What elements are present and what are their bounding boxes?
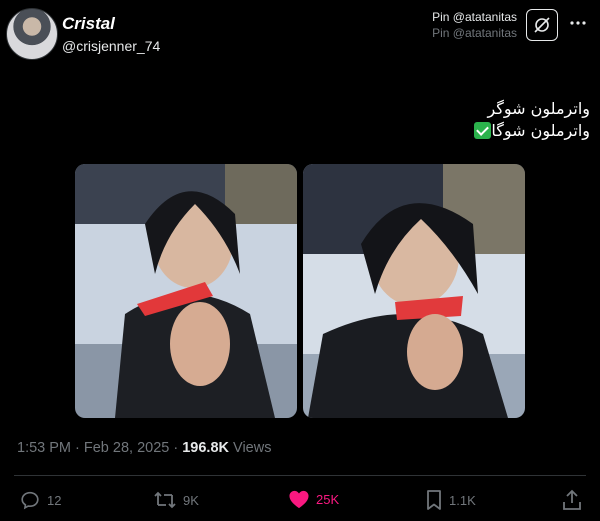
share-icon	[563, 489, 581, 510]
pin-button[interactable]	[526, 9, 558, 41]
like-button[interactable]: 25K	[288, 489, 339, 509]
bookmark-button[interactable]: 1.1K	[425, 489, 476, 511]
retweet-count: 9K	[183, 492, 199, 508]
avatar[interactable]	[6, 8, 58, 60]
pin-icon	[534, 17, 550, 33]
views-label: Views	[229, 440, 272, 456]
share-button[interactable]	[562, 489, 582, 511]
photo-right-image	[303, 164, 525, 418]
tweet-text-line-1: واترملون شوگر	[487, 99, 590, 118]
pin-label: Pin @atatanitas	[432, 10, 517, 24]
author-display-name[interactable]: Cristal	[62, 14, 115, 34]
tweet-meta: 1:53 PM · Feb 28, 2025 · 196.8K Views	[17, 440, 271, 456]
divider	[14, 475, 586, 476]
tweet-media	[75, 164, 525, 418]
author-handle[interactable]: @crisjenner_74	[62, 38, 160, 54]
check-mark-icon	[474, 122, 492, 139]
tweet-text-line-2-text: واترملون شوگا	[491, 121, 590, 140]
retweet-icon	[154, 491, 176, 509]
heart-icon	[289, 490, 309, 509]
views-count: 196.8K	[182, 440, 229, 456]
photo-right[interactable]	[303, 164, 525, 418]
retweet-button[interactable]: 9K	[153, 489, 199, 511]
pin-label-secondary: Pin @atatanitas	[432, 26, 517, 40]
tweet-text-line-2: واترملون شوگا	[470, 120, 590, 142]
reply-count: 12	[47, 492, 62, 508]
like-count: 25K	[316, 491, 340, 507]
tweet-header: Cristal @crisjenner_74 Pin @atatanitas P…	[0, 0, 600, 70]
more-options-icon[interactable]	[569, 14, 587, 32]
bookmark-icon	[427, 490, 441, 510]
reply-icon	[21, 491, 39, 510]
photo-left-image	[75, 164, 297, 418]
reply-button[interactable]: 12	[19, 489, 61, 511]
photo-left[interactable]	[75, 164, 297, 418]
bookmark-count: 1.1K	[449, 492, 476, 508]
timestamp[interactable]: 1:53 PM · Feb 28, 2025 ·	[17, 440, 182, 456]
tweet-text: واترملون شوگر واترملون شوگا	[470, 98, 590, 142]
